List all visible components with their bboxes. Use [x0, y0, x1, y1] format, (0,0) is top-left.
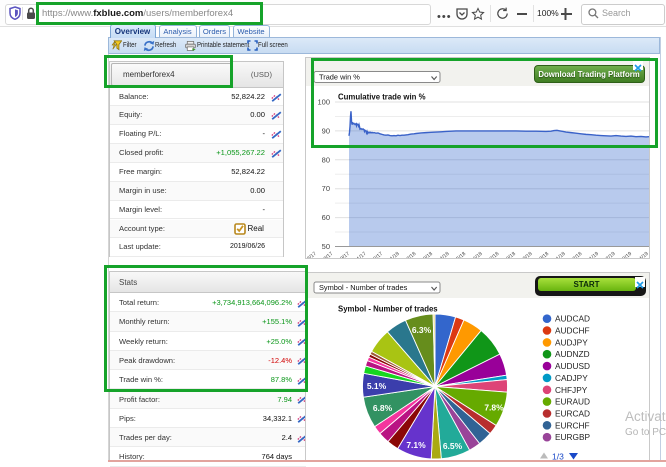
svg-text:3/18: 3/18: [422, 250, 434, 257]
svg-text:2/18: 2/18: [406, 250, 418, 257]
svg-text:EURCHF: EURCHF: [555, 420, 590, 430]
svg-text:1/19: 1/19: [588, 250, 600, 257]
svg-text:60: 60: [322, 213, 330, 222]
svg-text:11/18: 11/18: [553, 250, 567, 257]
svg-text:1/18: 1/18: [389, 250, 401, 257]
svg-text:9/17: 9/17: [323, 250, 335, 257]
svg-text:AUDNZD: AUDNZD: [555, 349, 590, 359]
svg-text:5.1%: 5.1%: [367, 381, 387, 391]
svg-text:6.8%: 6.8%: [373, 403, 393, 413]
svg-text:2/19: 2/19: [605, 250, 617, 257]
svg-text:AUDJPY: AUDJPY: [555, 337, 588, 347]
svg-text:7.8%: 7.8%: [484, 402, 504, 412]
svg-text:4/19: 4/19: [638, 250, 649, 257]
svg-text:6.5%: 6.5%: [443, 441, 463, 451]
svg-text:7/18: 7/18: [489, 250, 501, 257]
svg-text:12/17: 12/17: [370, 250, 384, 257]
svg-text:80: 80: [322, 155, 330, 164]
svg-text:8/18: 8/18: [505, 250, 517, 257]
svg-text:CHFJPY: CHFJPY: [555, 384, 588, 394]
svg-text:4/18: 4/18: [439, 250, 451, 257]
svg-text:10/17: 10/17: [337, 250, 351, 257]
svg-text:AUDUSD: AUDUSD: [555, 361, 590, 371]
svg-text:EURGBP: EURGBP: [555, 432, 591, 442]
svg-text:EURAUD: EURAUD: [555, 396, 590, 406]
svg-text:7.1%: 7.1%: [406, 440, 426, 450]
svg-text:CADJPY: CADJPY: [555, 372, 588, 382]
svg-text:AUDCAD: AUDCAD: [555, 313, 590, 323]
svg-text:6.3%: 6.3%: [412, 325, 432, 335]
svg-text:5/18: 5/18: [456, 250, 468, 257]
svg-text:70: 70: [322, 184, 330, 193]
svg-text:3/19: 3/19: [622, 250, 634, 257]
svg-text:AUDCHF: AUDCHF: [555, 325, 590, 335]
svg-text:50: 50: [322, 242, 330, 251]
svg-text:9/18: 9/18: [522, 250, 534, 257]
svg-text:Symbol - Number of trades: Symbol - Number of trades: [338, 304, 438, 313]
svg-text:10/18: 10/18: [536, 250, 550, 257]
svg-text:Symbol - Number of trades: Symbol - Number of trades: [319, 283, 408, 292]
svg-text:8/17: 8/17: [306, 250, 318, 257]
svg-text:6/18: 6/18: [472, 250, 484, 257]
svg-text:12/18: 12/18: [570, 250, 584, 257]
svg-text:EURCAD: EURCAD: [555, 408, 590, 418]
svg-text:11/17: 11/17: [354, 250, 368, 257]
